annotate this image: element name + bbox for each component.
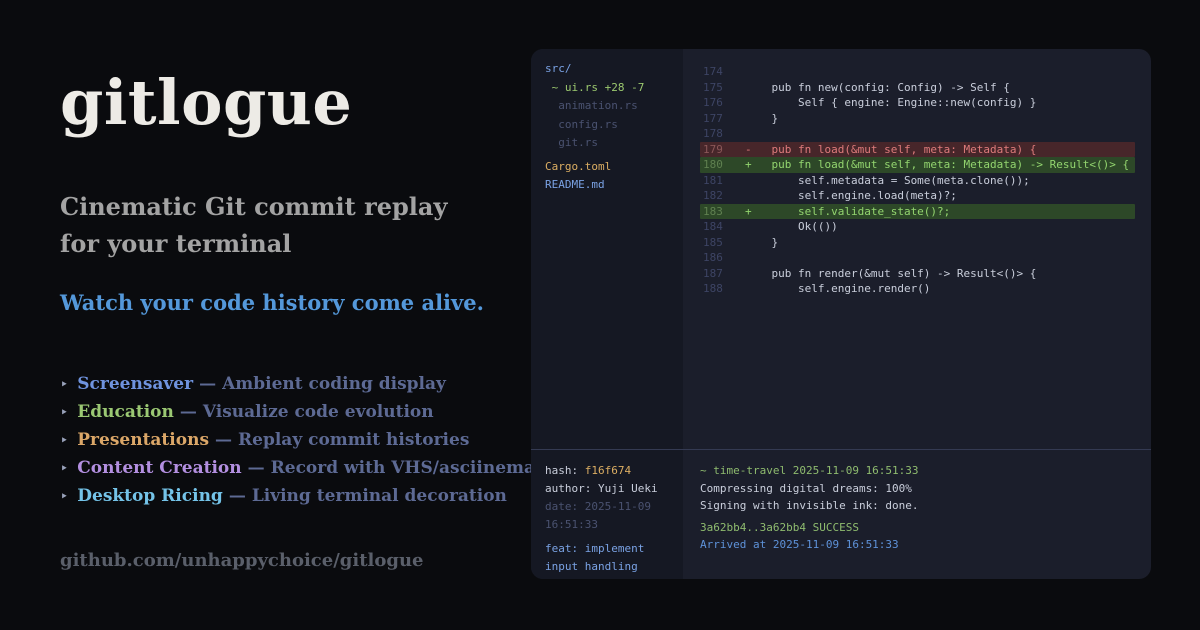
line-number: 183 bbox=[700, 204, 745, 220]
code-diff-panel: 174175 pub fn new(config: Config) -> Sel… bbox=[683, 49, 1151, 449]
code-line: 175 pub fn new(config: Config) -> Self { bbox=[700, 80, 1135, 96]
line-number: 178 bbox=[700, 126, 745, 142]
code-text: pub fn render(&mut self) -> Result<()> { bbox=[745, 266, 1036, 282]
code-line: 182 self.engine.load(meta)?; bbox=[700, 188, 1135, 204]
feature-item: ‣ Content Creation — Record with VHS/asciin… bbox=[60, 455, 535, 483]
feature-item: ‣ Presentations — Replay commit histories bbox=[60, 427, 535, 455]
code-line: 178 bbox=[700, 126, 1135, 142]
status-line: 3a62bb4..3a62bb4 SUCCESS bbox=[700, 519, 1151, 537]
code-text: self.metadata = Some(meta.clone()); bbox=[745, 173, 1030, 189]
code-line: 183+ self.validate_state()?; bbox=[700, 204, 1135, 220]
feature-item: ‣ Desktop Ricing — Living terminal decorati… bbox=[60, 483, 535, 511]
feature-description: Replay commit histories bbox=[238, 430, 469, 450]
file-tree-item[interactable]: src/ bbox=[545, 60, 683, 79]
subtitle-line-1: Cinematic Git commit replay bbox=[60, 188, 480, 225]
hash-value: f16f674 bbox=[585, 464, 631, 477]
feature-description: Living terminal decoration bbox=[252, 486, 507, 506]
line-number: 185 bbox=[700, 235, 745, 251]
code-line: 180+ pub fn load(&mut self, meta: Metada… bbox=[700, 157, 1135, 173]
commit-date-line-1: date: 2025-11-09 bbox=[545, 498, 683, 516]
feature-separator: — bbox=[180, 402, 197, 422]
code-text: Self { engine: Engine::new(config) } bbox=[745, 95, 1036, 111]
code-text: + self.validate_state()?; bbox=[745, 204, 950, 220]
line-number: 188 bbox=[700, 281, 745, 297]
file-tree-item[interactable]: ~ ui.rs +28 -7 bbox=[545, 79, 683, 98]
code-text: self.engine.render() bbox=[745, 281, 930, 297]
terminal-window: src/ ~ ui.rs +28 -7 animation.rs config.… bbox=[531, 49, 1151, 579]
file-tree-panel: src/ ~ ui.rs +28 -7 animation.rs config.… bbox=[531, 49, 683, 449]
code-line: 185 } bbox=[700, 235, 1135, 251]
file-tree-item[interactable]: config.rs bbox=[545, 116, 683, 135]
line-number: 186 bbox=[700, 250, 745, 266]
code-line: 187 pub fn render(&mut self) -> Result<(… bbox=[700, 266, 1135, 282]
feature-item: ‣ Screensaver — Ambient coding display bbox=[60, 371, 535, 399]
feature-description: Record with VHS/asciinema bbox=[271, 458, 535, 478]
line-number: 176 bbox=[700, 95, 745, 111]
commit-message-line-2: input handling bbox=[545, 558, 683, 576]
code-text: } bbox=[745, 111, 778, 127]
feature-description: Visualize code evolution bbox=[203, 402, 434, 422]
feature-label: Education bbox=[77, 402, 174, 422]
feature-separator: — bbox=[199, 374, 216, 394]
commit-hash-line: hash: f16f674 bbox=[545, 462, 683, 480]
status-line: ~ time-travel 2025-11-09 16:51:33 bbox=[700, 462, 1151, 480]
code-line: 179- pub fn load(&mut self, meta: Metada… bbox=[700, 142, 1135, 158]
line-number: 179 bbox=[700, 142, 745, 158]
line-number: 177 bbox=[700, 111, 745, 127]
status-line: Compressing digital dreams: 100% bbox=[700, 480, 1151, 498]
file-tree-item[interactable]: animation.rs bbox=[545, 97, 683, 116]
line-number: 182 bbox=[700, 188, 745, 204]
line-number: 174 bbox=[700, 64, 745, 80]
status-line: Arrived at 2025-11-09 16:51:33 bbox=[700, 536, 1151, 554]
commit-date-line-2: 16:51:33 bbox=[545, 516, 683, 534]
line-number: 187 bbox=[700, 266, 745, 282]
feature-description: Ambient coding display bbox=[222, 374, 446, 394]
feature-separator: — bbox=[248, 458, 265, 478]
code-line: 177 } bbox=[700, 111, 1135, 127]
feature-item: ‣ Education — Visualize code evolution bbox=[60, 399, 535, 427]
feature-separator: — bbox=[215, 430, 232, 450]
line-number: 184 bbox=[700, 219, 745, 235]
code-text: pub fn new(config: Config) -> Self { bbox=[745, 80, 1010, 96]
feature-label: Desktop Ricing bbox=[77, 486, 223, 506]
code-text: } bbox=[745, 235, 778, 251]
code-text: - pub fn load(&mut self, meta: Metadata)… bbox=[745, 142, 1036, 158]
tagline: Watch your code history come alive. bbox=[60, 291, 484, 315]
status-line: Signing with invisible ink: done. bbox=[700, 497, 1151, 515]
hash-label: hash: bbox=[545, 464, 585, 477]
code-line: 186 bbox=[700, 250, 1135, 266]
feature-label: Presentations bbox=[77, 430, 209, 450]
line-number: 180 bbox=[700, 157, 745, 173]
bullet-icon: ‣ bbox=[60, 377, 68, 393]
code-line: 176 Self { engine: Engine::new(config) } bbox=[700, 95, 1135, 111]
line-number: 181 bbox=[700, 173, 745, 189]
code-line: 188 self.engine.render() bbox=[700, 281, 1135, 297]
bullet-icon: ‣ bbox=[60, 489, 68, 505]
code-text: + pub fn load(&mut self, meta: Metadata)… bbox=[745, 157, 1129, 173]
code-line: 174 bbox=[700, 64, 1135, 80]
code-text: self.engine.load(meta)?; bbox=[745, 188, 957, 204]
line-number: 175 bbox=[700, 80, 745, 96]
feature-label: Screensaver bbox=[77, 374, 193, 394]
feature-label: Content Creation bbox=[77, 458, 241, 478]
code-line: 184 Ok(()) bbox=[700, 219, 1135, 235]
subtitle: Cinematic Git commit replay for your ter… bbox=[60, 188, 480, 262]
file-tree-item[interactable]: git.rs bbox=[545, 134, 683, 153]
bullet-icon: ‣ bbox=[60, 461, 68, 477]
github-url[interactable]: github.com/unhappychoice/gitlogue bbox=[60, 550, 424, 572]
commit-author: author: Yuji Ueki bbox=[545, 480, 683, 498]
file-tree-item[interactable]: Cargo.toml bbox=[545, 158, 683, 177]
feature-list: ‣ Screensaver — Ambient coding display ‣ Educ… bbox=[60, 371, 535, 511]
bullet-icon: ‣ bbox=[60, 433, 68, 449]
commit-message-line-1: feat: implement bbox=[545, 540, 683, 558]
page-title: gitlogue bbox=[60, 72, 352, 134]
feature-separator: — bbox=[229, 486, 246, 506]
commit-info-panel: hash: f16f674 author: Yuji Ueki date: 20… bbox=[531, 449, 683, 579]
status-panel: ~ time-travel 2025-11-09 16:51:33Compres… bbox=[683, 449, 1151, 579]
code-line: 181 self.metadata = Some(meta.clone()); bbox=[700, 173, 1135, 189]
bullet-icon: ‣ bbox=[60, 405, 68, 421]
code-text: Ok(()) bbox=[745, 219, 838, 235]
file-tree-item[interactable]: README.md bbox=[545, 176, 683, 195]
subtitle-line-2: for your terminal bbox=[60, 225, 480, 262]
